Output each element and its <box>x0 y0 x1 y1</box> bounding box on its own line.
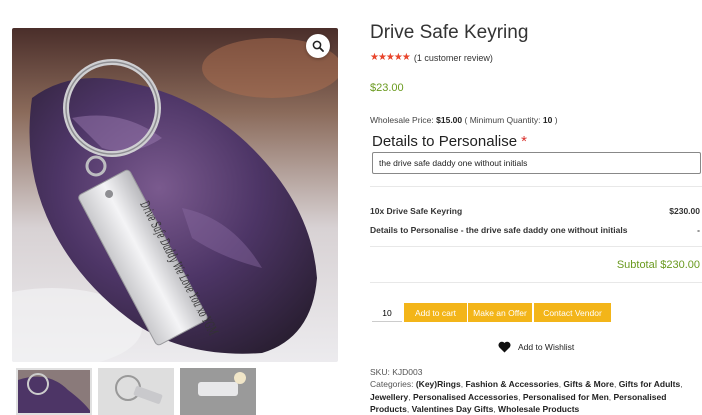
zoom-icon <box>312 40 324 52</box>
heart-icon <box>498 341 511 353</box>
product-main-image[interactable]: Drive Safe Daddy We Love You xo YGM <box>12 28 338 362</box>
thumbnail-2[interactable] <box>98 368 174 415</box>
sku-line: SKU: KJD003 <box>370 367 423 377</box>
category-link[interactable]: Valentines Day Gifts <box>412 404 494 414</box>
add-to-wishlist-link[interactable]: Add to Wishlist <box>498 341 574 353</box>
summary-line-product-amount: $230.00 <box>669 206 700 216</box>
wholesale-price: $15.00 <box>436 115 463 125</box>
add-to-cart-button[interactable]: Add to cart <box>404 303 467 322</box>
quantity-input[interactable] <box>372 304 402 322</box>
category-link[interactable]: Personalised Accessories <box>413 392 518 402</box>
category-link[interactable]: Gifts for Adults <box>619 379 681 389</box>
thumbnail-3[interactable] <box>180 368 256 415</box>
contact-vendor-button[interactable]: Contact Vendor <box>534 303 611 322</box>
category-link[interactable]: Fashion & Accessories <box>465 379 558 389</box>
wholesale-price-info: Wholesale Price: $15.00 ( Minimum Quanti… <box>370 115 558 125</box>
subtotal: Subtotal $230.00 <box>616 259 700 271</box>
categories-line: Categories: (Key)Rings, Fashion & Access… <box>370 379 683 414</box>
wholesale-min-qty: 10 <box>542 115 553 125</box>
category-link[interactable]: Gifts & More <box>563 379 614 389</box>
product-title: Drive Safe Keyring <box>370 22 529 43</box>
thumbnail-1[interactable] <box>16 368 92 415</box>
summary-line-personalise: Details to Personalise - the drive safe … <box>370 225 628 235</box>
make-offer-button[interactable]: Make an Offer <box>468 303 532 322</box>
divider <box>370 186 702 187</box>
divider <box>370 246 702 247</box>
sku-value: KJD003 <box>392 367 423 377</box>
product-rating: ★★★★★ (1 customer review) <box>370 52 493 63</box>
category-link[interactable]: (Key)Rings <box>416 379 461 389</box>
summary-line-personalise-amount: - <box>697 225 700 235</box>
required-asterisk: * <box>521 133 527 150</box>
gallery-thumbnails <box>16 368 346 415</box>
wishlist-label: Add to Wishlist <box>518 342 575 352</box>
customer-review-link[interactable]: (1 customer review) <box>414 53 493 63</box>
zoom-button[interactable] <box>306 34 330 58</box>
personalise-label: Details to Personalise * <box>372 133 527 150</box>
category-link[interactable]: Personalised for Men <box>523 392 609 402</box>
star-rating-icons: ★★★★★ <box>370 52 411 63</box>
product-gallery: Drive Safe Daddy We Love You xo YGM <box>12 28 338 362</box>
product-summary: Drive Safe Keyring ★★★★★ (1 customer rev… <box>370 0 702 415</box>
summary-line-product: 10x Drive Safe Keyring <box>370 206 463 216</box>
category-link[interactable]: Jewellery <box>370 392 408 402</box>
product-price: $23.00 <box>370 82 404 94</box>
personalise-input[interactable] <box>372 152 701 174</box>
divider <box>370 282 702 283</box>
category-link[interactable]: Wholesale Products <box>498 404 579 414</box>
